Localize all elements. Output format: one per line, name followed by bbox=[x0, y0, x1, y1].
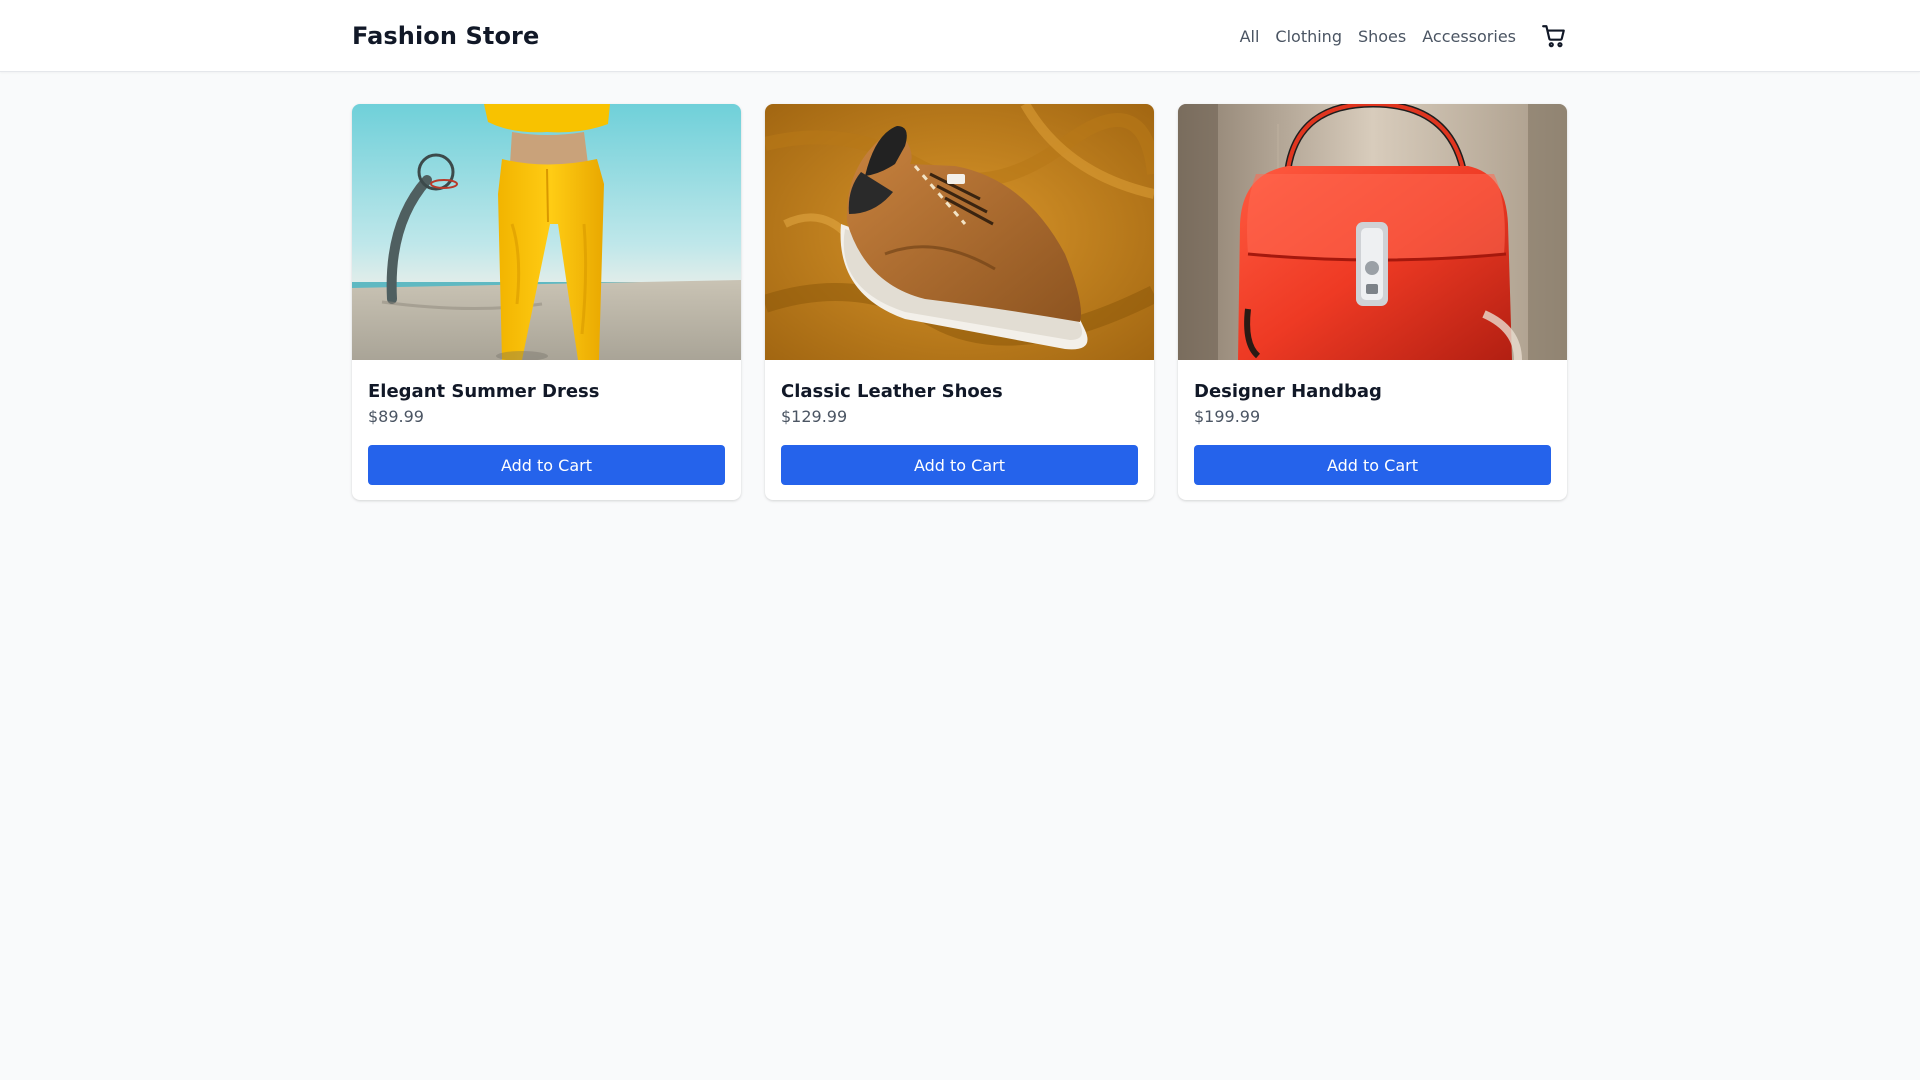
product-name[interactable]: Designer Handbag bbox=[1194, 380, 1551, 404]
store-logo-title[interactable]: Fashion Store bbox=[352, 22, 539, 50]
product-card: Elegant Summer Dress $89.99 Add to Cart bbox=[352, 104, 741, 500]
product-image[interactable] bbox=[765, 104, 1154, 360]
product-info: Classic Leather Shoes $129.99 Add to Car… bbox=[765, 360, 1154, 500]
product-price: $199.99 bbox=[1194, 407, 1261, 426]
nav-link-clothing[interactable]: Clothing bbox=[1275, 27, 1342, 46]
cart-button[interactable] bbox=[1540, 22, 1568, 50]
yellow-sweatpants-photo-icon bbox=[352, 104, 741, 360]
product-info: Elegant Summer Dress $89.99 Add to Cart bbox=[352, 360, 741, 500]
product-grid: Elegant Summer Dress $89.99 Add to Cart bbox=[352, 104, 1568, 500]
nav-link-all[interactable]: All bbox=[1240, 27, 1260, 46]
product-card: Classic Leather Shoes $129.99 Add to Car… bbox=[765, 104, 1154, 500]
product-image[interactable] bbox=[1178, 104, 1567, 360]
nav-link-shoes[interactable]: Shoes bbox=[1358, 27, 1406, 46]
top-navigation-bar: Fashion Store All Clothing Shoes Accesso… bbox=[0, 0, 1920, 72]
product-price: $129.99 bbox=[781, 407, 848, 426]
header-container: Fashion Store All Clothing Shoes Accesso… bbox=[352, 0, 1568, 72]
product-price: $89.99 bbox=[368, 407, 424, 426]
product-name[interactable]: Elegant Summer Dress bbox=[368, 380, 725, 404]
add-to-cart-button[interactable]: Add to Cart bbox=[368, 445, 725, 485]
product-image[interactable] bbox=[352, 104, 741, 360]
red-handbag-photo-icon bbox=[1178, 104, 1567, 360]
nav-link-accessories[interactable]: Accessories bbox=[1422, 27, 1516, 46]
product-card: Designer Handbag $199.99 Add to Cart bbox=[1178, 104, 1567, 500]
main-nav: All Clothing Shoes Accessories bbox=[1240, 22, 1568, 50]
product-name[interactable]: Classic Leather Shoes bbox=[781, 380, 1138, 404]
add-to-cart-button[interactable]: Add to Cart bbox=[1194, 445, 1551, 485]
product-info: Designer Handbag $199.99 Add to Cart bbox=[1178, 360, 1567, 500]
add-to-cart-button[interactable]: Add to Cart bbox=[781, 445, 1138, 485]
shopping-cart-icon bbox=[1542, 25, 1565, 48]
brown-sneaker-photo-icon bbox=[765, 104, 1154, 360]
